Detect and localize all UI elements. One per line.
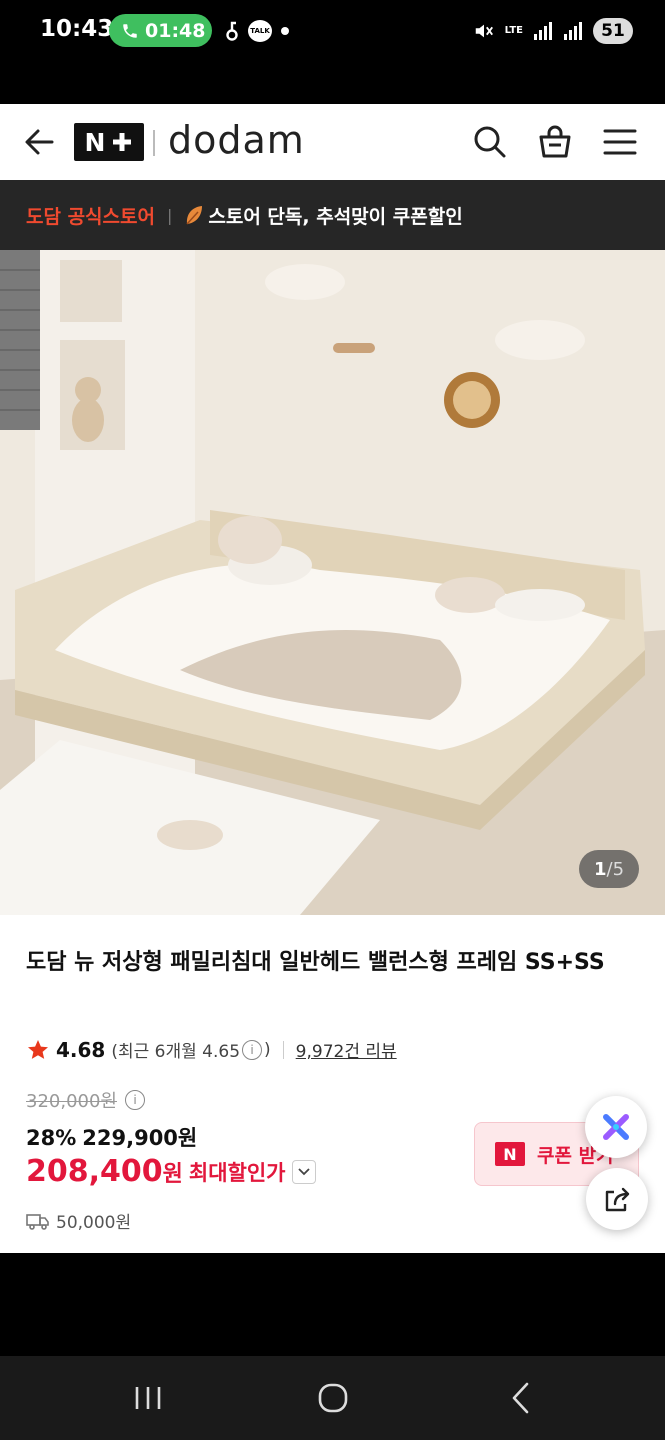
home-icon[interactable] bbox=[313, 1378, 353, 1418]
back-arrow-icon[interactable] bbox=[22, 124, 56, 160]
expand-button[interactable] bbox=[291, 1159, 316, 1184]
signal-icon bbox=[534, 22, 552, 40]
share-icon bbox=[605, 1187, 630, 1212]
app-header: N dodam bbox=[0, 104, 665, 180]
max-discount-label: 최대할인가 bbox=[188, 1160, 286, 1185]
call-timer: 01:48 bbox=[145, 19, 206, 42]
nfc-icon bbox=[226, 21, 238, 41]
bed-photo-illustration bbox=[0, 250, 665, 915]
info-icon[interactable]: i bbox=[242, 1039, 263, 1060]
max-discount-row[interactable]: 208,400 원 최대할인가 bbox=[26, 1154, 316, 1189]
discount-rate: 28% bbox=[26, 1126, 77, 1150]
search-icon[interactable] bbox=[472, 124, 508, 160]
battery-indicator: 51 bbox=[593, 18, 633, 44]
store-name[interactable]: 도담 공식스토어 bbox=[26, 202, 155, 229]
ai-assistant-button[interactable] bbox=[585, 1096, 647, 1158]
notification-icons: TALK bbox=[225, 18, 289, 44]
autumn-leaf-icon bbox=[186, 206, 203, 225]
recent-rating: (최근 6개월 4.65 bbox=[111, 1042, 241, 1062]
chevron-down-icon bbox=[297, 1167, 310, 1175]
phone-icon bbox=[123, 23, 137, 38]
product-info: 도담 뉴 저상형 패밀리침대 일반헤드 밸런스형 프레임 SS+SS 4.68 … bbox=[0, 915, 665, 1253]
rating-row: 4.68 (최근 6개월 4.65 i ) 9,972건 리뷰 bbox=[26, 1037, 397, 1062]
price-info-icon[interactable]: i bbox=[125, 1090, 145, 1110]
ongoing-call-pill[interactable]: 01:48 bbox=[109, 14, 212, 47]
pager-total: /5 bbox=[606, 858, 625, 880]
share-button[interactable] bbox=[586, 1168, 648, 1230]
promo-text: 스토어 단독, 추석맞이 쿠폰할인 bbox=[208, 205, 463, 228]
max-discount-currency: 원 bbox=[162, 1161, 183, 1187]
original-price: 320,000원 bbox=[26, 1091, 117, 1112]
mute-icon bbox=[475, 24, 493, 38]
rating-score: 4.68 bbox=[56, 1037, 106, 1062]
image-pager: 1/5 bbox=[579, 850, 639, 888]
status-bar: 10:43 01:48 TALK LTE 51 bbox=[0, 0, 665, 64]
signal-roaming-icon bbox=[564, 22, 582, 40]
system-navigation-bar bbox=[0, 1356, 665, 1440]
status-time: 10:43 bbox=[40, 16, 114, 42]
plus-icon bbox=[113, 133, 132, 151]
system-icons: LTE 51 bbox=[473, 18, 633, 44]
review-count-link[interactable]: 9,972건 리뷰 bbox=[296, 1037, 397, 1062]
max-discount-price: 208,400 bbox=[26, 1154, 163, 1189]
lte-indicator: LTE bbox=[504, 25, 523, 36]
product-title: 도담 뉴 저상형 패밀리침대 일반헤드 밸런스형 프레임 SS+SS bbox=[26, 950, 605, 975]
recent-apps-icon[interactable] bbox=[128, 1378, 168, 1418]
back-icon[interactable] bbox=[501, 1378, 541, 1418]
recent-rating-close: ) bbox=[264, 1039, 271, 1060]
sale-price-row: 28% 229,900원 bbox=[26, 1122, 197, 1152]
logo-n: N bbox=[84, 127, 106, 157]
logo-divider bbox=[153, 130, 155, 156]
star-icon bbox=[28, 1039, 48, 1059]
original-price-row: 320,000원 i bbox=[26, 1087, 147, 1113]
sale-price: 229,900원 bbox=[82, 1126, 198, 1150]
kakaotalk-icon: TALK bbox=[248, 20, 272, 42]
shipping-row: 50,000원 bbox=[26, 1208, 131, 1233]
rating-divider bbox=[282, 1040, 284, 1059]
product-image[interactable]: 1/5 bbox=[0, 250, 665, 915]
brand-name[interactable]: dodam bbox=[168, 118, 305, 162]
naver-n-icon: N bbox=[495, 1142, 525, 1166]
store-banner[interactable]: 도담 공식스토어 | 스토어 단독, 추석맞이 쿠폰할인 bbox=[0, 180, 665, 250]
naver-plus-logo[interactable]: N bbox=[74, 123, 144, 161]
shopping-bag-icon[interactable] bbox=[537, 124, 573, 160]
menu-icon[interactable] bbox=[602, 124, 638, 160]
shipping-fee: 50,000원 bbox=[56, 1213, 132, 1233]
more-notifications-dot bbox=[281, 27, 289, 35]
truck-icon bbox=[26, 1213, 49, 1230]
pager-current: 1 bbox=[593, 858, 607, 880]
banner-divider: | bbox=[166, 205, 173, 225]
ai-sparkle-icon bbox=[603, 1114, 629, 1140]
